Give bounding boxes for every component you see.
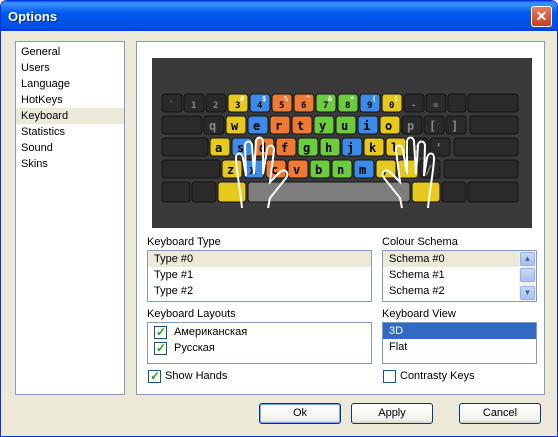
keyboard-view-option[interactable]: Flat bbox=[383, 339, 536, 355]
sidebar-item-general[interactable]: General bbox=[16, 44, 124, 60]
key-label: = bbox=[433, 101, 439, 111]
caps-key bbox=[161, 137, 209, 157]
key-label: e bbox=[253, 119, 260, 133]
checkmark-icon: ✓ bbox=[156, 325, 167, 339]
key-shift-label: $ bbox=[262, 95, 266, 103]
sidebar-item-skins[interactable]: Skins bbox=[16, 156, 124, 172]
ok-button[interactable]: Ok bbox=[259, 403, 341, 424]
tab-key bbox=[161, 115, 203, 135]
category-list: General Users Language HotKeys Keyboard … bbox=[15, 41, 125, 395]
colour-schema-scrollbar[interactable]: ▲ ▼ bbox=[519, 251, 536, 301]
keyboard-layouts-list: ✓ Американская ✓ Русская bbox=[147, 322, 372, 364]
colour-schema-option[interactable]: Schema #1 bbox=[383, 267, 519, 283]
cancel-button[interactable]: Cancel bbox=[459, 403, 541, 424]
sidebar-item-statistics[interactable]: Statistics bbox=[16, 124, 124, 140]
checkmark-icon: ✓ bbox=[150, 369, 161, 383]
key-label: y bbox=[319, 119, 326, 133]
key-label: j bbox=[347, 141, 354, 155]
scroll-thumb[interactable] bbox=[520, 268, 535, 282]
key-label: h bbox=[325, 141, 332, 155]
layout-checkbox-russian[interactable]: ✓ bbox=[154, 341, 167, 355]
colour-schema-list[interactable]: Schema #0 Schema #1 Schema #2 ▲ ▼ bbox=[382, 250, 537, 302]
key-label: r bbox=[275, 119, 282, 133]
key-shift-label: * bbox=[350, 95, 354, 103]
checkmark-icon: ✓ bbox=[156, 341, 167, 355]
key-label: u bbox=[341, 119, 348, 133]
key-label: z bbox=[227, 163, 234, 177]
key-label: 1 bbox=[191, 101, 196, 111]
key-label: - bbox=[411, 101, 416, 111]
show-hands-label: Show Hands bbox=[165, 370, 228, 382]
sidebar-item-sound[interactable]: Sound bbox=[16, 140, 124, 156]
key-label: a bbox=[215, 141, 222, 155]
window-title: Options bbox=[8, 9, 58, 24]
key bbox=[161, 181, 191, 203]
show-hands-checkbox[interactable]: ✓ bbox=[148, 369, 161, 383]
key bbox=[441, 181, 467, 203]
key-label: [ bbox=[429, 119, 436, 133]
space-key bbox=[247, 181, 411, 203]
keyboard-settings-panel: ` 1 2 3 #4 $5% 6 ^ 7 & 8 * 9(0) - = q w e r t y u i o p[] a s d f g h j… bbox=[136, 41, 545, 395]
key-label: p bbox=[407, 119, 414, 133]
shift-key bbox=[443, 159, 519, 179]
keyboard-preview: ` 1 2 3 #4 $5% 6 ^ 7 & 8 * 9(0) - = q w e r t y u i o p[] a s d f g h j… bbox=[152, 58, 532, 228]
key-label: i bbox=[363, 119, 370, 133]
keyboard-view-option[interactable]: 3D bbox=[383, 323, 536, 339]
alt-key bbox=[411, 181, 441, 203]
contrasty-keys-label: Contrasty Keys bbox=[400, 370, 475, 382]
key-label: t bbox=[297, 119, 304, 133]
key-label: v bbox=[293, 163, 300, 177]
backspace-key bbox=[467, 93, 519, 113]
key-label: w bbox=[231, 119, 239, 133]
key-label: o bbox=[385, 119, 392, 133]
keyboard-view-list[interactable]: 3D Flat bbox=[382, 322, 537, 364]
apply-button[interactable]: Apply bbox=[351, 403, 433, 424]
key-label: ' bbox=[435, 141, 442, 155]
key-shift-label: ) bbox=[394, 95, 398, 103]
key-label: n bbox=[337, 163, 344, 177]
keyboard-type-label: Keyboard Type bbox=[147, 236, 221, 248]
sidebar-item-users[interactable]: Users bbox=[16, 60, 124, 76]
layout-label-american: Американская bbox=[174, 326, 248, 338]
options-window: Options ✕ General Users Language HotKeys… bbox=[0, 0, 558, 437]
keyboard-type-list[interactable]: Type #0 Type #1 Type #2 bbox=[147, 250, 372, 302]
sidebar-item-hotkeys[interactable]: HotKeys bbox=[16, 92, 124, 108]
key-label: ] bbox=[451, 119, 458, 133]
title-bar[interactable]: Options ✕ bbox=[1, 1, 557, 31]
sidebar-item-language[interactable]: Language bbox=[16, 76, 124, 92]
colour-schema-option[interactable]: Schema #2 bbox=[383, 283, 519, 299]
scroll-up-icon[interactable]: ▲ bbox=[520, 252, 535, 266]
key bbox=[469, 115, 519, 135]
layout-label-russian: Русская bbox=[174, 342, 215, 354]
key-label: m bbox=[359, 163, 366, 177]
contrasty-keys-checkbox[interactable] bbox=[383, 370, 396, 383]
key-label: g bbox=[303, 141, 310, 155]
keyboard-view-label: Keyboard View bbox=[382, 308, 456, 320]
key-label: f bbox=[281, 141, 288, 155]
colour-schema-option[interactable]: Schema #0 bbox=[383, 251, 519, 267]
keyboard-type-option[interactable]: Type #2 bbox=[148, 283, 371, 299]
keyboard-type-option[interactable]: Type #0 bbox=[148, 251, 371, 267]
key-shift-label: ( bbox=[372, 95, 376, 103]
key-label: b bbox=[315, 163, 322, 177]
sidebar-item-keyboard[interactable]: Keyboard bbox=[16, 108, 124, 124]
scroll-down-icon[interactable]: ▼ bbox=[520, 286, 535, 300]
key bbox=[191, 181, 217, 203]
key-label: k bbox=[369, 141, 377, 155]
shift-key bbox=[161, 159, 221, 179]
keyboard-layouts-label: Keyboard Layouts bbox=[147, 308, 236, 320]
keyboard-type-option[interactable]: Type #1 bbox=[148, 267, 371, 283]
close-icon[interactable]: ✕ bbox=[531, 6, 552, 27]
key-label: ` bbox=[169, 100, 174, 111]
keyboard-preview-graphic: ` 1 2 3#4$5%6^7&8*9(0)- =q w e r t y u i o p[]a s d f g h j… bbox=[161, 93, 519, 209]
colour-schema-label: Colour Schema bbox=[382, 236, 458, 248]
key-label: 2 bbox=[213, 101, 218, 111]
key bbox=[467, 181, 519, 203]
key bbox=[447, 93, 467, 113]
layout-checkbox-american[interactable]: ✓ bbox=[154, 325, 167, 339]
enter-key bbox=[453, 137, 519, 157]
key-label: q bbox=[209, 119, 216, 133]
